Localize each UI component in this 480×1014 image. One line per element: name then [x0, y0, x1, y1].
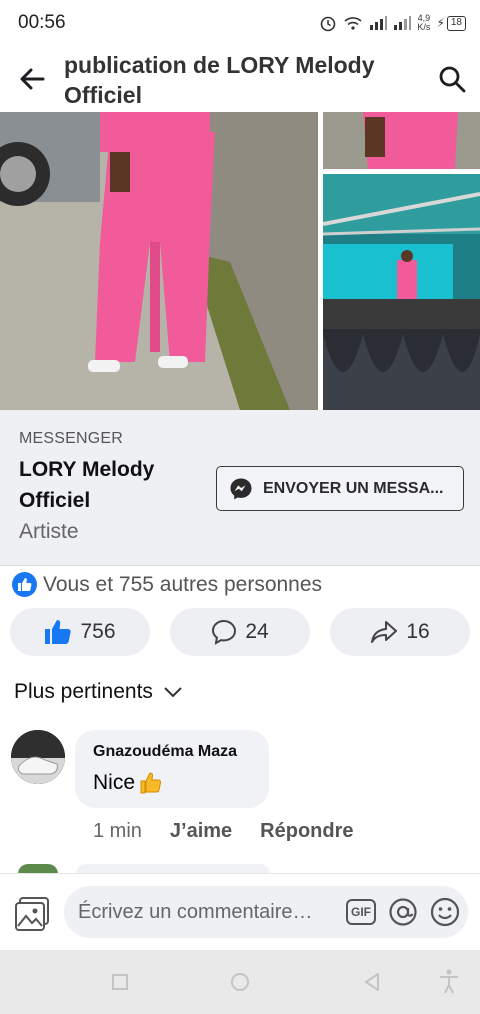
- emoji-icon[interactable]: [430, 897, 460, 927]
- like-badge-icon: [12, 572, 37, 597]
- like-button[interactable]: 756: [10, 608, 150, 656]
- sort-label: Plus pertinents: [14, 680, 153, 703]
- messenger-label: MESSENGER: [19, 430, 124, 447]
- photo-top-right[interactable]: [323, 112, 480, 169]
- photo-main-image: [0, 112, 318, 410]
- action-row: 756 24 16: [10, 608, 470, 656]
- status-bar: 00:56 4,9 K/s ⚡ 18: [0, 0, 480, 46]
- signal-icon-2: [394, 16, 412, 30]
- search-button[interactable]: [424, 46, 480, 112]
- comment-button[interactable]: 24: [170, 608, 310, 656]
- send-message-label: ENVOYER UN MESSA...: [263, 479, 444, 497]
- sort-selector[interactable]: Plus pertinents: [14, 680, 183, 704]
- gif-icon[interactable]: GIF: [346, 899, 376, 925]
- comment-reply-link[interactable]: Répondre: [260, 820, 353, 843]
- mention-icon[interactable]: [388, 897, 418, 927]
- photo-top-image: [323, 112, 480, 169]
- reaction-summary-text: Vous et 755 autres personnes: [43, 572, 323, 596]
- accessibility-icon: [440, 969, 458, 994]
- nav-bar-icons: [112, 969, 458, 994]
- share-button[interactable]: 16: [330, 608, 470, 656]
- nav-back-icon: [365, 973, 379, 991]
- status-icons: 4,9 K/s ⚡ 18: [319, 14, 466, 32]
- comment-count: 24: [245, 620, 269, 643]
- photo-stage-image: [323, 174, 480, 410]
- comment-time: 1 min: [93, 820, 142, 842]
- net-speed: 4,9 K/s: [417, 14, 430, 32]
- comment-input[interactable]: Écrivez un commentaire… GIF: [64, 886, 468, 938]
- alarm-icon: [321, 16, 336, 32]
- messenger-icon: [230, 478, 252, 499]
- battery: ⚡ 18: [436, 15, 466, 31]
- status-time: 00:56: [18, 12, 66, 33]
- comment-icon: [212, 619, 237, 645]
- avatar-image: [11, 730, 65, 784]
- page-title: publication de LORY Melody Officiel: [64, 52, 375, 108]
- page-category: Artiste: [19, 520, 79, 543]
- avatar[interactable]: [11, 730, 65, 784]
- divider: [0, 565, 480, 566]
- battery-level: 18: [446, 15, 466, 31]
- photo-bottom-right[interactable]: [323, 174, 480, 410]
- thumbs-up-emoji-icon: [140, 772, 162, 794]
- comment-like-link[interactable]: J’aime: [170, 820, 232, 843]
- photo-icon: [15, 897, 49, 931]
- chevron-down-icon: [164, 687, 182, 698]
- photo-main[interactable]: [0, 112, 318, 410]
- search-icon: [439, 66, 466, 93]
- wifi-icon: [344, 17, 362, 30]
- header: publication de LORY Melody Officiel: [0, 46, 480, 112]
- share-count: 16: [406, 620, 430, 643]
- comment-author[interactable]: Gnazoudéma Maza: [93, 743, 269, 761]
- back-button[interactable]: [0, 46, 64, 112]
- composer-icons: GIF: [346, 897, 468, 927]
- recent-apps-icon: [112, 974, 128, 990]
- reaction-summary[interactable]: Vous et 755 autres personnes: [12, 572, 322, 597]
- back-arrow-icon: [20, 68, 45, 90]
- comment-body: Nice: [93, 771, 269, 795]
- home-icon: [231, 973, 249, 991]
- add-photo-button[interactable]: [12, 894, 52, 934]
- comment-composer: Écrivez un commentaire… GIF: [0, 873, 480, 950]
- photo-grid: [0, 112, 480, 410]
- like-count: 756: [80, 620, 116, 643]
- comment-bubble[interactable]: Gnazoudéma Maza Nice: [75, 730, 269, 808]
- thumbs-up-icon: [45, 620, 72, 644]
- net-speed-unit: K/s: [417, 22, 431, 32]
- comment-text: Nice: [93, 771, 136, 794]
- signal-icon: [370, 16, 388, 30]
- comment-placeholder: Écrivez un commentaire…: [78, 900, 313, 923]
- messenger-section: MESSENGER LORY Melody Officiel Artiste E…: [0, 410, 480, 565]
- charging-icon: ⚡: [436, 16, 445, 30]
- share-icon: [371, 621, 398, 643]
- android-nav-bar: [0, 950, 480, 1014]
- page-name[interactable]: LORY Melody Officiel: [19, 454, 209, 516]
- comment-meta: 1 min J’aime Répondre: [93, 820, 354, 843]
- send-message-button[interactable]: ENVOYER UN MESSA...: [216, 466, 464, 511]
